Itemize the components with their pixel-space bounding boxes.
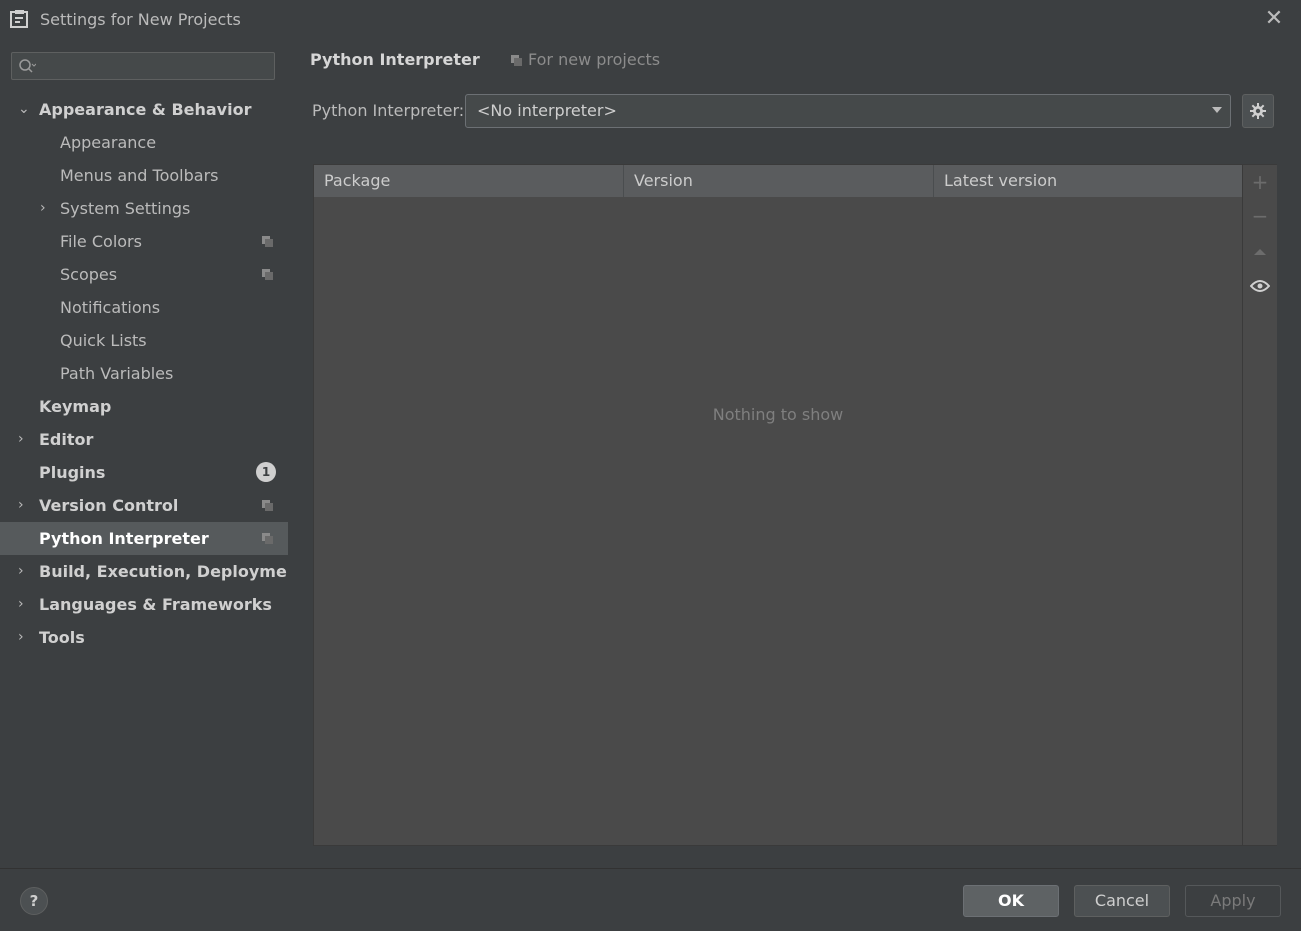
tree-item-path-variables[interactable]: Path Variables	[0, 357, 288, 390]
eye-icon[interactable]	[1243, 267, 1277, 301]
search-input[interactable]	[40, 53, 274, 81]
tree-item-system-settings[interactable]: › System Settings	[0, 192, 288, 225]
pycharm-app-icon	[10, 10, 28, 28]
interpreter-value: <No interpreter>	[477, 101, 617, 120]
project-scope-icon	[511, 55, 522, 66]
settings-dialog: Settings for New Projects ✕ ⌄ Appearance…	[0, 0, 1301, 931]
tree-item-quick-lists[interactable]: Quick Lists	[0, 324, 288, 357]
plugins-update-badge: 1	[256, 462, 276, 482]
project-scope-icon	[262, 500, 273, 511]
tree-item-editor[interactable]: › Editor	[0, 423, 288, 456]
interpreter-settings-button[interactable]	[1242, 94, 1274, 128]
packages-toolbar: + −	[1243, 164, 1277, 846]
title-bar: Settings for New Projects ✕	[0, 0, 1301, 40]
scope-indicator: For new projects	[511, 50, 660, 69]
tree-item-scopes[interactable]: Scopes	[0, 258, 288, 291]
settings-tree: ⌄ Appearance & Behavior Appearance Menus…	[0, 93, 306, 654]
tree-item-build-execution-deployment[interactable]: › Build, Execution, Deployment	[0, 555, 306, 588]
column-header-version[interactable]: Version	[624, 165, 934, 197]
upgrade-icon[interactable]	[1243, 233, 1277, 267]
table-header: Package Version Latest version	[314, 165, 1242, 198]
tree-item-appearance-behavior[interactable]: ⌄ Appearance & Behavior	[0, 93, 288, 126]
tree-item-tools[interactable]: › Tools	[0, 621, 288, 654]
remove-icon[interactable]: −	[1243, 199, 1277, 233]
cancel-button[interactable]: Cancel	[1074, 885, 1170, 917]
scope-label: For new projects	[528, 50, 661, 69]
help-button[interactable]: ?	[20, 887, 48, 915]
packages-table[interactable]: Package Version Latest version Nothing t…	[313, 164, 1243, 846]
empty-state-text: Nothing to show	[712, 405, 844, 424]
close-icon[interactable]: ✕	[1261, 6, 1287, 32]
column-header-latest-version[interactable]: Latest version	[934, 165, 1242, 197]
project-scope-icon	[262, 269, 273, 280]
apply-button[interactable]: Apply	[1185, 885, 1281, 917]
gear-icon	[1250, 103, 1266, 119]
project-scope-icon	[262, 236, 273, 247]
chevron-right-icon[interactable]: ›	[18, 621, 30, 654]
tree-item-version-control[interactable]: › Version Control	[0, 489, 288, 522]
chevron-right-icon[interactable]: ›	[40, 192, 52, 225]
tree-item-notifications[interactable]: Notifications	[0, 291, 288, 324]
window-title: Settings for New Projects	[40, 10, 241, 29]
tree-item-languages-frameworks[interactable]: › Languages & Frameworks	[0, 588, 288, 621]
tree-item-appearance[interactable]: Appearance	[0, 126, 288, 159]
tree-item-keymap[interactable]: Keymap	[0, 390, 288, 423]
tree-item-file-colors[interactable]: File Colors	[0, 225, 288, 258]
interpreter-dropdown[interactable]: <No interpreter>	[465, 94, 1231, 128]
column-header-package[interactable]: Package	[314, 165, 624, 197]
interpreter-label: Python Interpreter:	[312, 101, 465, 120]
project-scope-icon	[262, 533, 273, 544]
settings-sidebar: ⌄ Appearance & Behavior Appearance Menus…	[0, 40, 306, 868]
chevron-right-icon[interactable]: ›	[18, 555, 30, 588]
chevron-down-icon[interactable]: ⌄	[18, 93, 30, 126]
dialog-footer: ? OK Cancel Apply	[0, 868, 1301, 931]
chevron-right-icon[interactable]: ›	[18, 423, 30, 456]
search-icon	[19, 59, 36, 73]
chevron-right-icon[interactable]: ›	[18, 588, 30, 621]
add-icon[interactable]: +	[1243, 165, 1277, 199]
tree-item-plugins[interactable]: Plugins 1	[0, 456, 288, 489]
tree-item-menus-toolbars[interactable]: Menus and Toolbars	[0, 159, 288, 192]
page-title: Python Interpreter	[310, 50, 480, 69]
tree-item-python-interpreter[interactable]: Python Interpreter	[0, 522, 288, 555]
chevron-right-icon[interactable]: ›	[18, 489, 30, 522]
settings-search[interactable]	[11, 52, 275, 81]
chevron-down-icon	[1212, 107, 1222, 113]
settings-content: Python Interpreter For new projects Pyth…	[288, 40, 1301, 868]
ok-button[interactable]: OK	[963, 885, 1059, 917]
